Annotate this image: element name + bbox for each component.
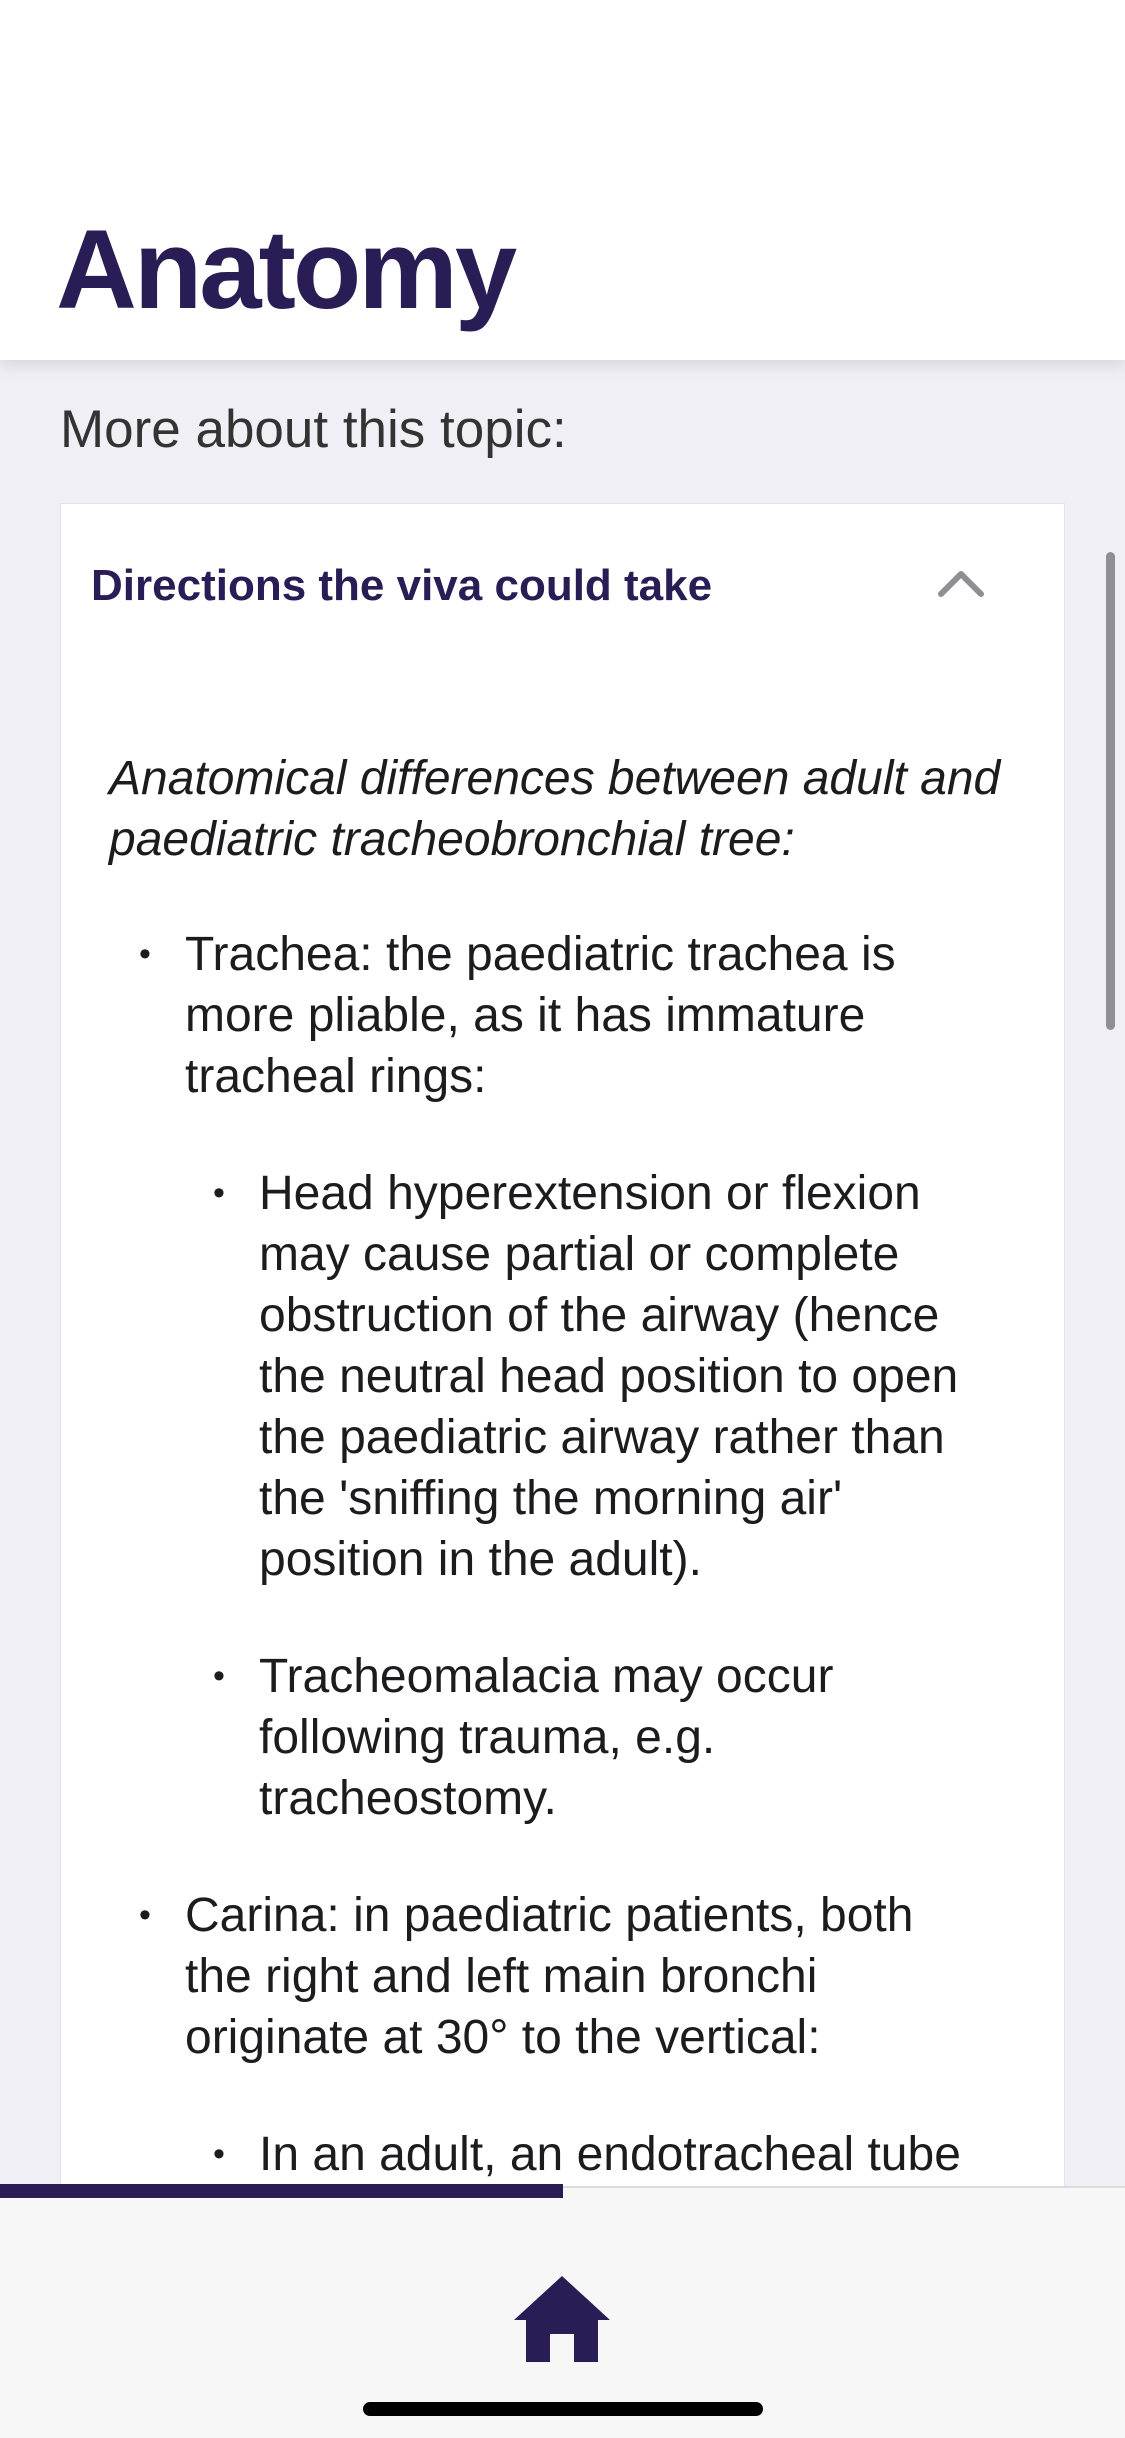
page-title: Anatomy (56, 207, 517, 332)
list-item: • Trachea: the paediatric trachea is mor… (139, 924, 985, 1107)
reading-progress-fill (0, 2184, 563, 2198)
accordion-card: Directions the viva could take Anatomica… (60, 503, 1065, 2186)
bullet-icon: • (139, 1896, 151, 1934)
section-label: More about this topic: (60, 400, 567, 459)
page-header: Anatomy (0, 0, 1125, 360)
list-subitem: • Tracheomalacia may occur following tra… (213, 1646, 1019, 1829)
accordion-title: Directions the viva could take (91, 561, 713, 610)
accordion-intro: Anatomical differences between adult and… (109, 752, 1001, 866)
list-subitem: • Head hyperextension or flexion may cau… (213, 1163, 1019, 1590)
reading-progress-bar (0, 2184, 1125, 2198)
scrollbar[interactable] (1106, 552, 1115, 1030)
list-item-text: Carina: in paediatric patients, both the… (185, 1889, 914, 2064)
content-scroll-area[interactable]: More about this topic: Directions the vi… (0, 360, 1125, 2186)
bullet-icon: • (139, 935, 151, 973)
list-item: • Carina: in paediatric patients, both t… (139, 1885, 985, 2068)
list-subitem-text: Tracheomalacia may occur following traum… (259, 1650, 834, 1825)
bullet-icon: • (213, 2135, 225, 2173)
accordion-header[interactable]: Directions the viva could take (61, 504, 1066, 664)
bullet-icon: • (213, 1657, 225, 1695)
chevron-up-icon[interactable] (933, 556, 989, 612)
bottom-bar (0, 2184, 1125, 2438)
home-indicator (363, 2402, 763, 2416)
bullet-icon: • (213, 1174, 225, 1212)
list-subitem: • In an adult, an endotracheal tube (213, 2124, 1019, 2185)
accordion-body: Anatomical differences between adult and… (109, 748, 1029, 2186)
list-item-text: Trachea: the paediatric trachea is more … (185, 928, 896, 1103)
list-subitem-text: In an adult, an endotracheal tube (259, 2128, 961, 2181)
home-icon[interactable] (510, 2270, 614, 2366)
list-subitem-text: Head hyperextension or flexion may cause… (259, 1167, 959, 1586)
